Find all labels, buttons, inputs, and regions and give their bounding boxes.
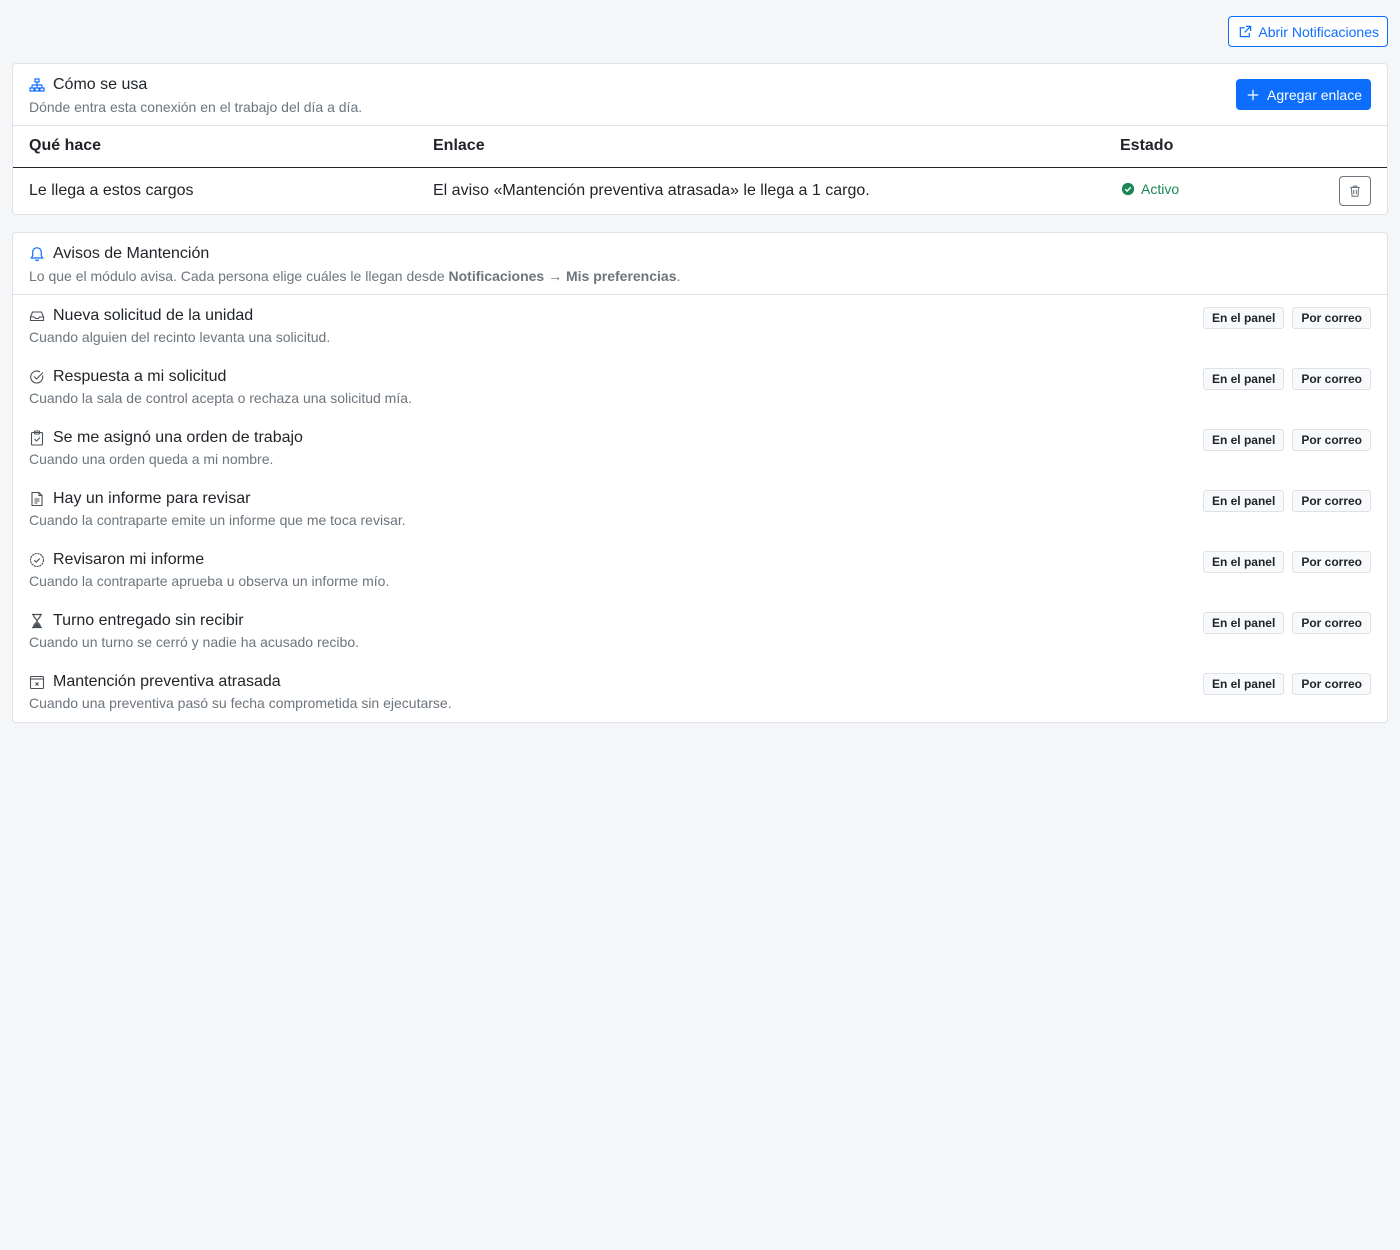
- inbox-icon: [29, 308, 45, 324]
- notification-title: Se me asignó una orden de trabajo: [53, 429, 303, 446]
- table-row: Le llega a estos cargos El aviso «Manten…: [13, 167, 1387, 214]
- list-item: Respuesta a mi solicitud Cuando la sala …: [13, 366, 1387, 427]
- delete-button[interactable]: [1339, 175, 1371, 206]
- add-link-label: Agregar enlace: [1267, 86, 1362, 103]
- usage-table: Qué hace Enlace Estado Le llega a estos …: [13, 126, 1387, 214]
- status-badge: Activo: [1120, 181, 1179, 197]
- notification-desc: Cuando una preventiva pasó su fecha comp…: [29, 695, 452, 711]
- avisos-card: Avisos de Mantención Lo que el módulo av…: [12, 232, 1388, 723]
- column-header-what: Qué hace: [13, 126, 417, 168]
- check-circle-icon: [29, 369, 45, 385]
- notification-list: Nueva solicitud de la unidad Cuando algu…: [13, 295, 1387, 732]
- avisos-card-subtitle: Lo que el módulo avisa. Cada persona eli…: [29, 268, 1371, 284]
- status-label: Activo: [1141, 180, 1180, 197]
- external-link-icon: [1237, 24, 1253, 40]
- file-text-icon: [29, 491, 45, 507]
- top-bar: Abrir Notificaciones: [1228, 16, 1388, 47]
- notification-title: Nueva solicitud de la unidad: [53, 307, 254, 324]
- avisos-card-title: Avisos de Mantención: [53, 245, 210, 262]
- notification-title: Revisaron mi informe: [53, 551, 205, 568]
- email-badge: Por correo: [1292, 490, 1371, 512]
- calendar-x-icon: [29, 674, 45, 690]
- usage-card-title: Cómo se usa: [53, 76, 148, 93]
- trash-icon: [1347, 183, 1363, 199]
- email-badge: Por correo: [1292, 673, 1371, 695]
- panel-badge: En el panel: [1202, 368, 1285, 390]
- notification-title: Turno entregado sin recibir: [53, 612, 244, 629]
- list-item: Turno entregado sin recibir Cuando un tu…: [13, 610, 1387, 671]
- avisos-subtitle-suffix: .: [676, 268, 681, 284]
- email-badge: Por correo: [1292, 612, 1371, 634]
- usage-card: Cómo se usa Dónde entra esta conexión en…: [12, 63, 1388, 215]
- list-item: Revisaron mi informe Cuando la contrapar…: [13, 549, 1387, 610]
- panel-badge: En el panel: [1202, 307, 1285, 329]
- open-notifications-label: Abrir Notificaciones: [1258, 23, 1379, 40]
- column-header-status: Estado: [1104, 126, 1323, 168]
- list-item: Hay un informe para revisar Cuando la co…: [13, 488, 1387, 549]
- notification-desc: Cuando la sala de control acepta o recha…: [29, 390, 412, 406]
- preferences-path: Notificaciones → Mis preferencias: [448, 268, 677, 284]
- notification-desc: Cuando un turno se cerró y nadie ha acus…: [29, 634, 359, 650]
- notification-title: Respuesta a mi solicitud: [53, 368, 227, 385]
- panel-badge: En el panel: [1202, 673, 1285, 695]
- diagram-icon: [29, 77, 45, 93]
- notification-title: Mantención preventiva atrasada: [53, 673, 281, 690]
- list-item: Nueva solicitud de la unidad Cuando algu…: [13, 305, 1387, 366]
- list-item: Mantención preventiva atrasada Cuando un…: [13, 671, 1387, 732]
- panel-badge: En el panel: [1202, 429, 1285, 451]
- avisos-card-header: Avisos de Mantención Lo que el módulo av…: [13, 233, 1387, 295]
- usage-table-header-row: Qué hace Enlace Estado: [13, 126, 1387, 168]
- panel-badge: En el panel: [1202, 612, 1285, 634]
- panel-badge: En el panel: [1202, 551, 1285, 573]
- row-status-cell: Activo: [1104, 167, 1323, 214]
- notification-desc: Cuando la contraparte emite un informe q…: [29, 512, 406, 528]
- clipboard-check-icon: [29, 430, 45, 446]
- hourglass-icon: [29, 613, 45, 629]
- email-badge: Por correo: [1292, 368, 1371, 390]
- notification-title: Hay un informe para revisar: [53, 490, 251, 507]
- notification-desc: Cuando la contraparte aprueba u observa …: [29, 573, 390, 589]
- panel-badge: En el panel: [1202, 490, 1285, 512]
- notification-desc: Cuando alguien del recinto levanta una s…: [29, 329, 331, 345]
- check-circle-fill-icon: [1120, 181, 1136, 197]
- usage-card-subtitle: Dónde entra esta conexión en el trabajo …: [29, 99, 363, 115]
- row-what: Le llega a estos cargos: [29, 181, 194, 199]
- add-link-button[interactable]: Agregar enlace: [1236, 79, 1371, 110]
- bell-icon: [29, 246, 45, 262]
- email-badge: Por correo: [1292, 429, 1371, 451]
- row-link: El aviso «Mantención preventiva atrasada…: [433, 181, 870, 199]
- column-header-actions: [1323, 126, 1387, 168]
- patch-check-icon: [29, 552, 45, 568]
- row-actions-cell: [1323, 167, 1387, 214]
- list-item: Se me asignó una orden de trabajo Cuando…: [13, 427, 1387, 488]
- email-badge: Por correo: [1292, 307, 1371, 329]
- column-header-link: Enlace: [417, 126, 1104, 168]
- plus-icon: [1245, 87, 1261, 103]
- notification-desc: Cuando una orden queda a mi nombre.: [29, 451, 274, 467]
- email-badge: Por correo: [1292, 551, 1371, 573]
- open-notifications-button[interactable]: Abrir Notificaciones: [1228, 16, 1388, 47]
- usage-card-header: Cómo se usa Dónde entra esta conexión en…: [13, 64, 1387, 126]
- avisos-subtitle-prefix: Lo que el módulo avisa. Cada persona eli…: [29, 268, 449, 284]
